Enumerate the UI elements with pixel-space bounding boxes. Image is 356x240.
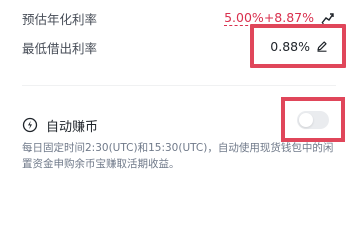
auto-earn-toggle[interactable] (297, 110, 329, 129)
auto-sync-icon (22, 117, 38, 133)
auto-earn-toggle-highlight (281, 97, 345, 142)
min-borrow-rate-edit[interactable]: 0.88% (250, 24, 346, 68)
auto-earn-description: 每日固定时间2:30(UTC)和15:30(UTC)，自动使用现货钱包中的闲置资… (22, 142, 334, 170)
estimated-apy-label: 预估年化利率 (22, 11, 98, 27)
min-borrow-rate-label: 最低借出利率 (22, 40, 98, 56)
pencil-icon[interactable] (316, 37, 328, 56)
section-divider (22, 85, 336, 86)
auto-earn-title: 自动赚币 (46, 119, 99, 135)
min-borrow-rate-value: 0.88% (270, 38, 310, 54)
toggle-knob (299, 112, 313, 127)
